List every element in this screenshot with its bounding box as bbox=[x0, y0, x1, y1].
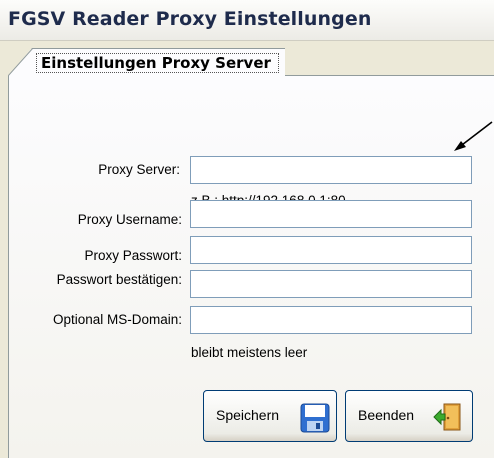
proxy-server-label: Proxy Server: bbox=[98, 162, 180, 177]
exit-button[interactable]: Beenden bbox=[345, 390, 473, 442]
tab-proxy-server-label: Einstellungen Proxy Server bbox=[36, 53, 279, 73]
ms-domain-hint: bleibt meistens leer bbox=[191, 345, 308, 360]
exit-button-label: Beenden bbox=[358, 407, 415, 423]
settings-window: FGSV Reader Proxy Einstellungen Einstell… bbox=[0, 0, 494, 458]
save-button-label: Speichern bbox=[216, 407, 280, 423]
proxy-username-label: Proxy Username: bbox=[77, 212, 182, 227]
tab-edge bbox=[8, 48, 34, 76]
ms-domain-label: Optional MS-Domain: bbox=[52, 312, 182, 327]
exit-door-icon bbox=[433, 403, 461, 431]
pointer-arrow-icon bbox=[454, 121, 493, 151]
proxy-username-input[interactable] bbox=[190, 200, 472, 228]
save-button[interactable]: Speichern bbox=[203, 390, 337, 442]
window-title: FGSV Reader Proxy Einstellungen bbox=[8, 8, 372, 30]
title-bar: FGSV Reader Proxy Einstellungen bbox=[0, 0, 494, 41]
password-confirm-label: Passwort bestätigen: bbox=[56, 272, 182, 287]
proxy-server-input[interactable] bbox=[190, 156, 472, 184]
floppy-disk-icon bbox=[300, 403, 330, 433]
proxy-password-label: Proxy Passwort: bbox=[84, 248, 182, 263]
tab-strip: Einstellungen Proxy Server bbox=[8, 48, 494, 76]
ms-domain-input[interactable] bbox=[190, 306, 472, 334]
password-confirm-input[interactable] bbox=[190, 270, 472, 298]
proxy-password-input[interactable] bbox=[190, 236, 472, 264]
tab-proxy-server[interactable]: Einstellungen Proxy Server bbox=[8, 48, 285, 76]
